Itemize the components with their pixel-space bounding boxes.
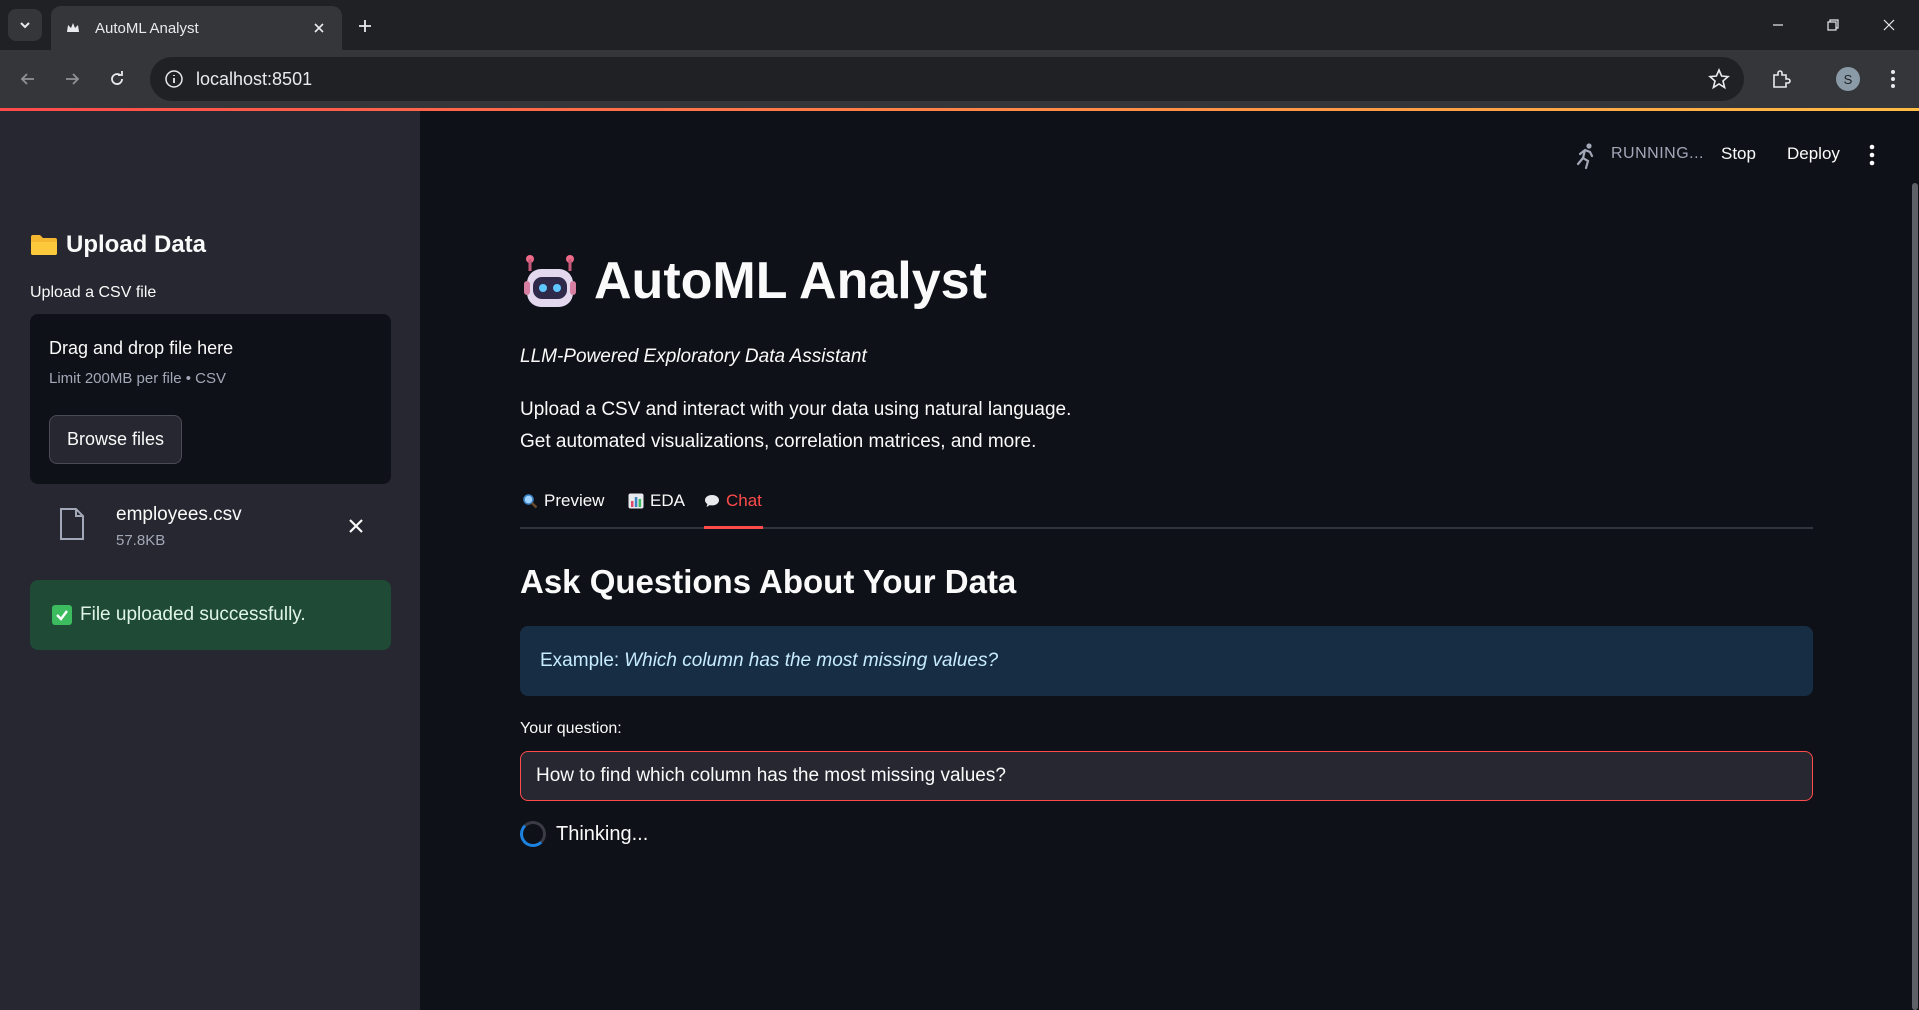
tab-chat[interactable]: Chat <box>704 491 763 529</box>
restore-icon <box>1827 19 1839 31</box>
close-window-button[interactable] <box>1874 10 1904 40</box>
dropzone-title: Drag and drop file here <box>49 338 234 358</box>
arrow-right-icon <box>66 73 80 85</box>
description-line-2: Get automated visualizations, correlatio… <box>520 431 1037 452</box>
reload-button[interactable] <box>101 63 133 95</box>
spinner-icon <box>520 821 546 847</box>
minimize-icon <box>1773 24 1783 26</box>
question-label: Your question: <box>520 720 622 737</box>
deploy-button[interactable]: Deploy <box>1787 144 1840 164</box>
page-title: AutoML Analyst <box>520 251 987 311</box>
main-menu-icon[interactable] <box>1862 143 1882 167</box>
browser-tab-title: AutoML Analyst <box>95 19 199 37</box>
tab-eda[interactable]: EDA <box>628 491 685 529</box>
url-text[interactable]: localhost:8501 <box>196 69 312 90</box>
browser-tab[interactable]: AutoML Analyst <box>51 6 342 50</box>
thinking-text: Thinking... <box>556 822 649 845</box>
file-dropzone[interactable]: Drag and drop file here Limit 200MB per … <box>30 314 391 484</box>
running-status: RUNNING... <box>1611 145 1704 162</box>
question-input[interactable] <box>520 751 1813 801</box>
file-icon <box>60 508 84 540</box>
example-prefix: Example: <box>540 650 620 671</box>
tab-label: Chat <box>726 491 762 510</box>
tab-bar: Preview EDA Chat <box>520 481 1813 529</box>
magnifier-icon <box>523 494 538 509</box>
tab-preview[interactable]: Preview <box>522 491 604 529</box>
file-name: employees.csv <box>116 504 242 525</box>
dropzone-limit: Limit 200MB per file • CSV <box>49 370 226 387</box>
browser-tabstrip: AutoML Analyst <box>0 0 1919 50</box>
restore-button[interactable] <box>1818 10 1848 40</box>
bar-chart-icon <box>628 493 644 509</box>
address-bar[interactable]: localhost:8501 <box>150 57 1744 101</box>
close-tab-icon[interactable] <box>310 19 328 37</box>
plus-icon <box>359 20 371 32</box>
browser-menu-button[interactable] <box>1877 63 1909 95</box>
info-icon[interactable] <box>164 69 184 89</box>
crown-icon <box>67 23 79 32</box>
success-alert: File uploaded successfully. <box>30 580 391 650</box>
example-question: Which column has the most missing values… <box>624 650 999 671</box>
new-tab-button[interactable] <box>352 13 378 39</box>
kebab-menu-icon <box>1891 70 1895 88</box>
back-button[interactable] <box>12 63 44 95</box>
example-info-box: Example: Which column has the most missi… <box>520 626 1813 696</box>
page-title-text: AutoML Analyst <box>594 252 987 310</box>
tab-search-button[interactable] <box>8 9 42 41</box>
folder-icon <box>31 235 57 255</box>
app-header: RUNNING... Stop Deploy <box>420 111 1919 191</box>
scrollbar[interactable] <box>1912 183 1918 1010</box>
running-man-icon <box>1576 143 1594 170</box>
close-icon <box>1883 19 1895 31</box>
extensions-button[interactable] <box>1765 63 1797 95</box>
chevron-down-icon <box>20 22 30 29</box>
sidebar-header-text: Upload Data <box>66 231 207 258</box>
minimize-button[interactable] <box>1763 10 1793 40</box>
page-description: Upload a CSV and interact with your data… <box>520 394 1071 458</box>
remove-file-icon[interactable] <box>346 516 366 536</box>
reload-icon <box>111 71 123 85</box>
file-size: 57.8KB <box>116 532 166 549</box>
profile-button[interactable]: S <box>1832 63 1864 95</box>
robot-icon <box>524 255 576 307</box>
speech-bubble-icon <box>705 495 719 507</box>
stop-button[interactable]: Stop <box>1721 144 1756 164</box>
puzzle-icon <box>1773 70 1791 88</box>
section-title: Ask Questions About Your Data <box>520 563 1017 600</box>
browse-files-button[interactable]: Browse files <box>49 415 182 464</box>
tab-label: EDA <box>650 491 685 510</box>
upload-label: Upload a CSV file <box>30 284 157 301</box>
uploaded-file-row: employees.csv 57.8KB <box>30 496 391 556</box>
checkmark-icon <box>52 605 72 625</box>
tab-label: Preview <box>544 491 605 510</box>
page-subtitle: LLM-Powered Exploratory Data Assistant <box>520 346 867 367</box>
sidebar-header: Upload Data <box>30 231 206 259</box>
description-line-1: Upload a CSV and interact with your data… <box>520 399 1072 420</box>
success-message: File uploaded successfully. <box>80 604 306 625</box>
thinking-indicator: Thinking... <box>520 821 648 847</box>
arrow-left-icon <box>20 73 34 85</box>
forward-button[interactable] <box>56 63 88 95</box>
bookmark-star-icon[interactable] <box>1708 68 1730 90</box>
browser-toolbar: localhost:8501 S <box>0 50 1919 108</box>
sidebar: Upload Data Upload a CSV file Drag and d… <box>0 111 420 1010</box>
avatar: S <box>1836 67 1860 91</box>
